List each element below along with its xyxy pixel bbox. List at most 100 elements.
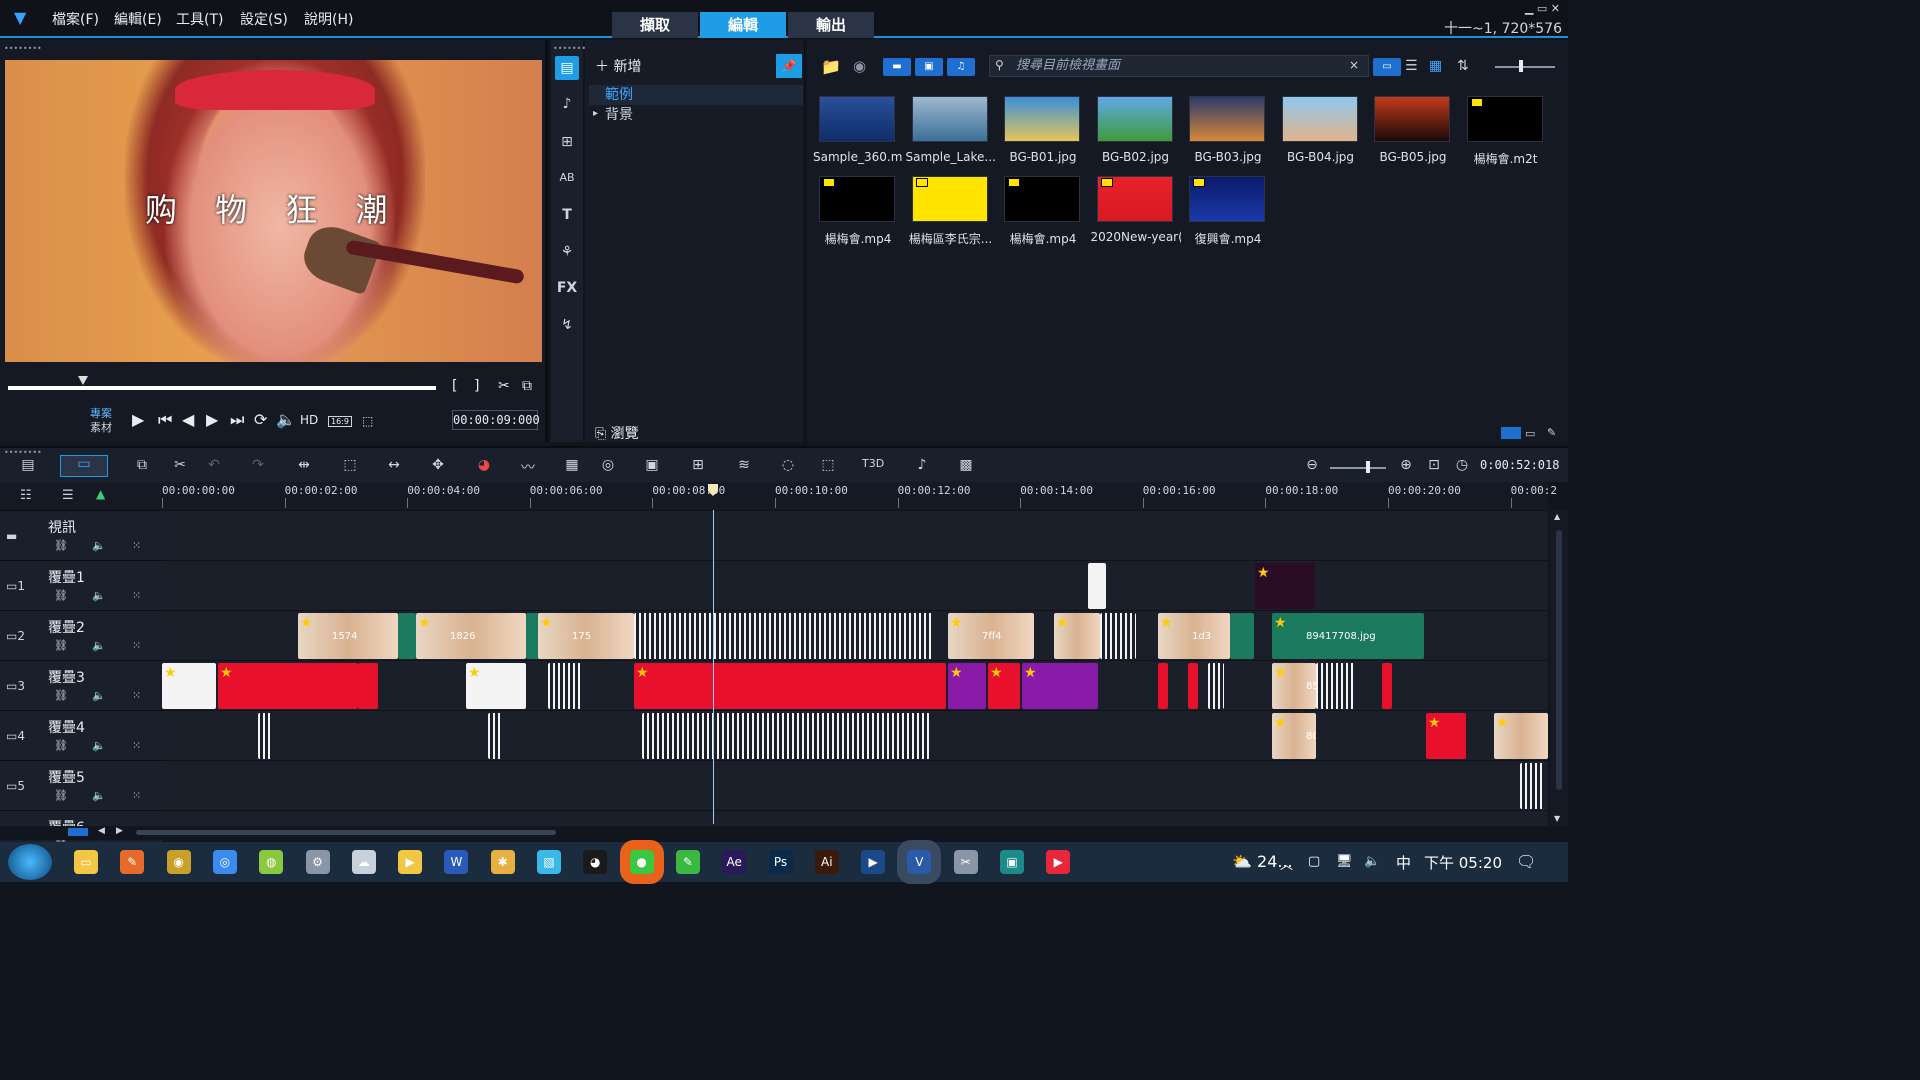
loop-icon[interactable]: ◌: [778, 457, 798, 475]
options-icon[interactable]: [1501, 427, 1521, 439]
video-editor-icon[interactable]: ▶: [1046, 850, 1071, 874]
timeline-clip[interactable]: ★ 89417708.jpg: [1272, 613, 1424, 659]
title-3d-icon[interactable]: T3D: [862, 457, 884, 475]
track-lane[interactable]: ★ 1574 ★ 1826 ★ 175 ★ 7ff4 ★ ★ 1d3 ★ 89417708.jpg: [162, 610, 1548, 660]
network-icon[interactable]: 🖥: [1336, 854, 1353, 869]
thumbnail-size-slider[interactable]: [1495, 66, 1555, 68]
timeline-clip[interactable]: ★ 7ff4: [948, 613, 1034, 659]
videostudio-icon[interactable]: V: [897, 840, 942, 884]
repeat-icon[interactable]: ⟳: [254, 410, 267, 429]
ime-indicator[interactable]: 中: [1396, 852, 1411, 873]
zoom-handle[interactable]: [1366, 461, 1370, 473]
color-icon[interactable]: ◕: [474, 457, 494, 475]
overlay-track-icon[interactable]: ▭2: [6, 629, 25, 643]
track-header[interactable]: ▭3 覆疊3 ⛓ 🔈 ⁙: [0, 660, 162, 710]
timeline-clip[interactable]: ★: [1255, 563, 1315, 609]
trim-icon[interactable]: ↔: [384, 457, 404, 475]
fit-icon[interactable]: ⇹: [294, 457, 314, 475]
pen-icon[interactable]: ✎: [675, 850, 700, 874]
timeline-clip[interactable]: [398, 613, 416, 659]
filter-video-icon[interactable]: ▬: [883, 58, 911, 76]
remote-icon[interactable]: ▣: [1000, 850, 1024, 874]
app-icon[interactable]: ◉: [166, 850, 191, 874]
settings-icon[interactable]: ⚙: [305, 850, 330, 874]
playhead[interactable]: [713, 510, 714, 824]
record-screen-icon[interactable]: ⬚: [340, 457, 360, 475]
link-icon[interactable]: ⛓: [54, 689, 68, 702]
clock[interactable]: 下午 05:20: [1424, 852, 1502, 873]
media-thumbnail[interactable]: Sample_360.m...: [813, 92, 903, 170]
paint-palette-icon[interactable]: ✱: [490, 850, 515, 874]
import-folder-icon[interactable]: 📁: [821, 57, 841, 76]
mark-in-icon[interactable]: [: [452, 378, 457, 394]
chrome-icon[interactable]: ◎: [212, 850, 237, 874]
tree-item-backgrounds[interactable]: 背景: [589, 105, 803, 125]
project-settings-icon[interactable]: ▩: [956, 457, 976, 475]
file-explorer-icon[interactable]: ▭: [74, 850, 98, 874]
media-icon[interactable]: ▤: [555, 56, 579, 80]
media-thumbnail[interactable]: BG-B03.jpg: [1183, 92, 1273, 170]
grip-icon[interactable]: ••••••••: [4, 44, 42, 53]
track-lane[interactable]: ★ 80 ★ ★: [162, 710, 1548, 760]
preview-scrubber[interactable]: [8, 386, 436, 390]
media-player-icon[interactable]: ▶: [398, 850, 423, 874]
ripple-edit-icon[interactable]: ☰: [62, 488, 74, 503]
track-volume-icon[interactable]: 🔈: [92, 639, 106, 652]
timeline-clip[interactable]: ★: [1054, 613, 1100, 659]
menu-tools[interactable]: 工具(T): [176, 9, 223, 29]
timeline-clip[interactable]: [1382, 663, 1392, 709]
track-header[interactable]: ▭2 覆疊2 ⛓ 🔈 ⁙: [0, 610, 162, 660]
tool-icon[interactable]: ✂: [953, 850, 978, 874]
crop-icon[interactable]: ⬚: [818, 457, 838, 475]
tray-expand-icon[interactable]: ︿: [1280, 854, 1293, 873]
scroll-down-icon[interactable]: ▼: [1554, 814, 1560, 823]
timeline-clip[interactable]: [634, 613, 934, 659]
after-effects-icon[interactable]: Ae: [722, 850, 747, 874]
project-clip-toggle[interactable]: 專案 素材: [90, 407, 112, 435]
next-frame-icon[interactable]: ▶: [206, 410, 218, 429]
preview-video[interactable]: 购 物 狂 潮: [5, 60, 542, 362]
timeline-horizontal-scrollbar[interactable]: ◀ ▶: [0, 826, 1568, 840]
aspect-ratio-button[interactable]: 16:9: [328, 416, 352, 427]
link-icon[interactable]: ⛓: [54, 739, 68, 752]
menu-settings[interactable]: 設定(S): [240, 9, 288, 29]
qq-icon[interactable]: ◕: [583, 850, 608, 874]
track-volume-icon[interactable]: 🔈: [92, 789, 106, 802]
link-icon[interactable]: ⛓: [54, 789, 68, 802]
photo-icon[interactable]: ▧: [537, 850, 561, 874]
undo-icon[interactable]: ↶: [204, 457, 224, 475]
timeline-clip[interactable]: [358, 663, 378, 709]
view-grid-icon[interactable]: ▦: [1429, 58, 1442, 74]
multicam-icon[interactable]: ⊞: [688, 457, 708, 475]
timeline-clip[interactable]: ★ 80: [1272, 713, 1316, 759]
line-icon[interactable]: ●: [619, 840, 664, 884]
screen-recorder-icon[interactable]: ▶: [861, 850, 886, 874]
track-lane[interactable]: [162, 510, 1548, 560]
video-track-icon[interactable]: ▬: [6, 529, 17, 543]
volume-icon[interactable]: 🔈: [276, 410, 296, 429]
menu-help[interactable]: 說明(H): [304, 9, 353, 29]
timecode-field[interactable]: 00:00:09:000: [452, 410, 540, 430]
tab-share[interactable]: 輸出: [788, 12, 874, 38]
auto-music-icon[interactable]: ♪: [912, 457, 932, 475]
clip-label[interactable]: 素材: [90, 421, 112, 435]
link-icon[interactable]: ⛓: [54, 589, 68, 602]
track-grid-icon[interactable]: ⁙: [132, 689, 141, 702]
timeline-clip[interactable]: ★: [948, 663, 986, 709]
fx-icon[interactable]: FX: [555, 276, 579, 300]
timeline-clip[interactable]: [258, 713, 272, 759]
timeline-ruler[interactable]: 00:00:00:00 00:00:02:00 00:00:04:00 00:00:0…: [162, 482, 1557, 510]
project-label[interactable]: 專案: [90, 407, 112, 421]
motion-icon[interactable]: ✥: [428, 457, 448, 475]
horizontal-scroll-thumb[interactable]: [136, 830, 556, 835]
photoshop-icon[interactable]: Ps: [768, 850, 793, 874]
media-thumbnail[interactable]: BG-B04.jpg: [1276, 92, 1366, 170]
graphic-icon[interactable]: ⚘: [555, 240, 579, 264]
link-icon[interactable]: ⛓: [54, 539, 68, 552]
filter-photo-icon[interactable]: ▣: [915, 58, 943, 76]
speaker-icon[interactable]: 🔈: [1364, 854, 1380, 869]
zoom-slider[interactable]: [1330, 467, 1386, 469]
track-grid-icon[interactable]: ⁙: [132, 539, 141, 552]
end-icon[interactable]: ⏭: [230, 410, 244, 430]
track-lane[interactable]: ★: [162, 560, 1548, 610]
